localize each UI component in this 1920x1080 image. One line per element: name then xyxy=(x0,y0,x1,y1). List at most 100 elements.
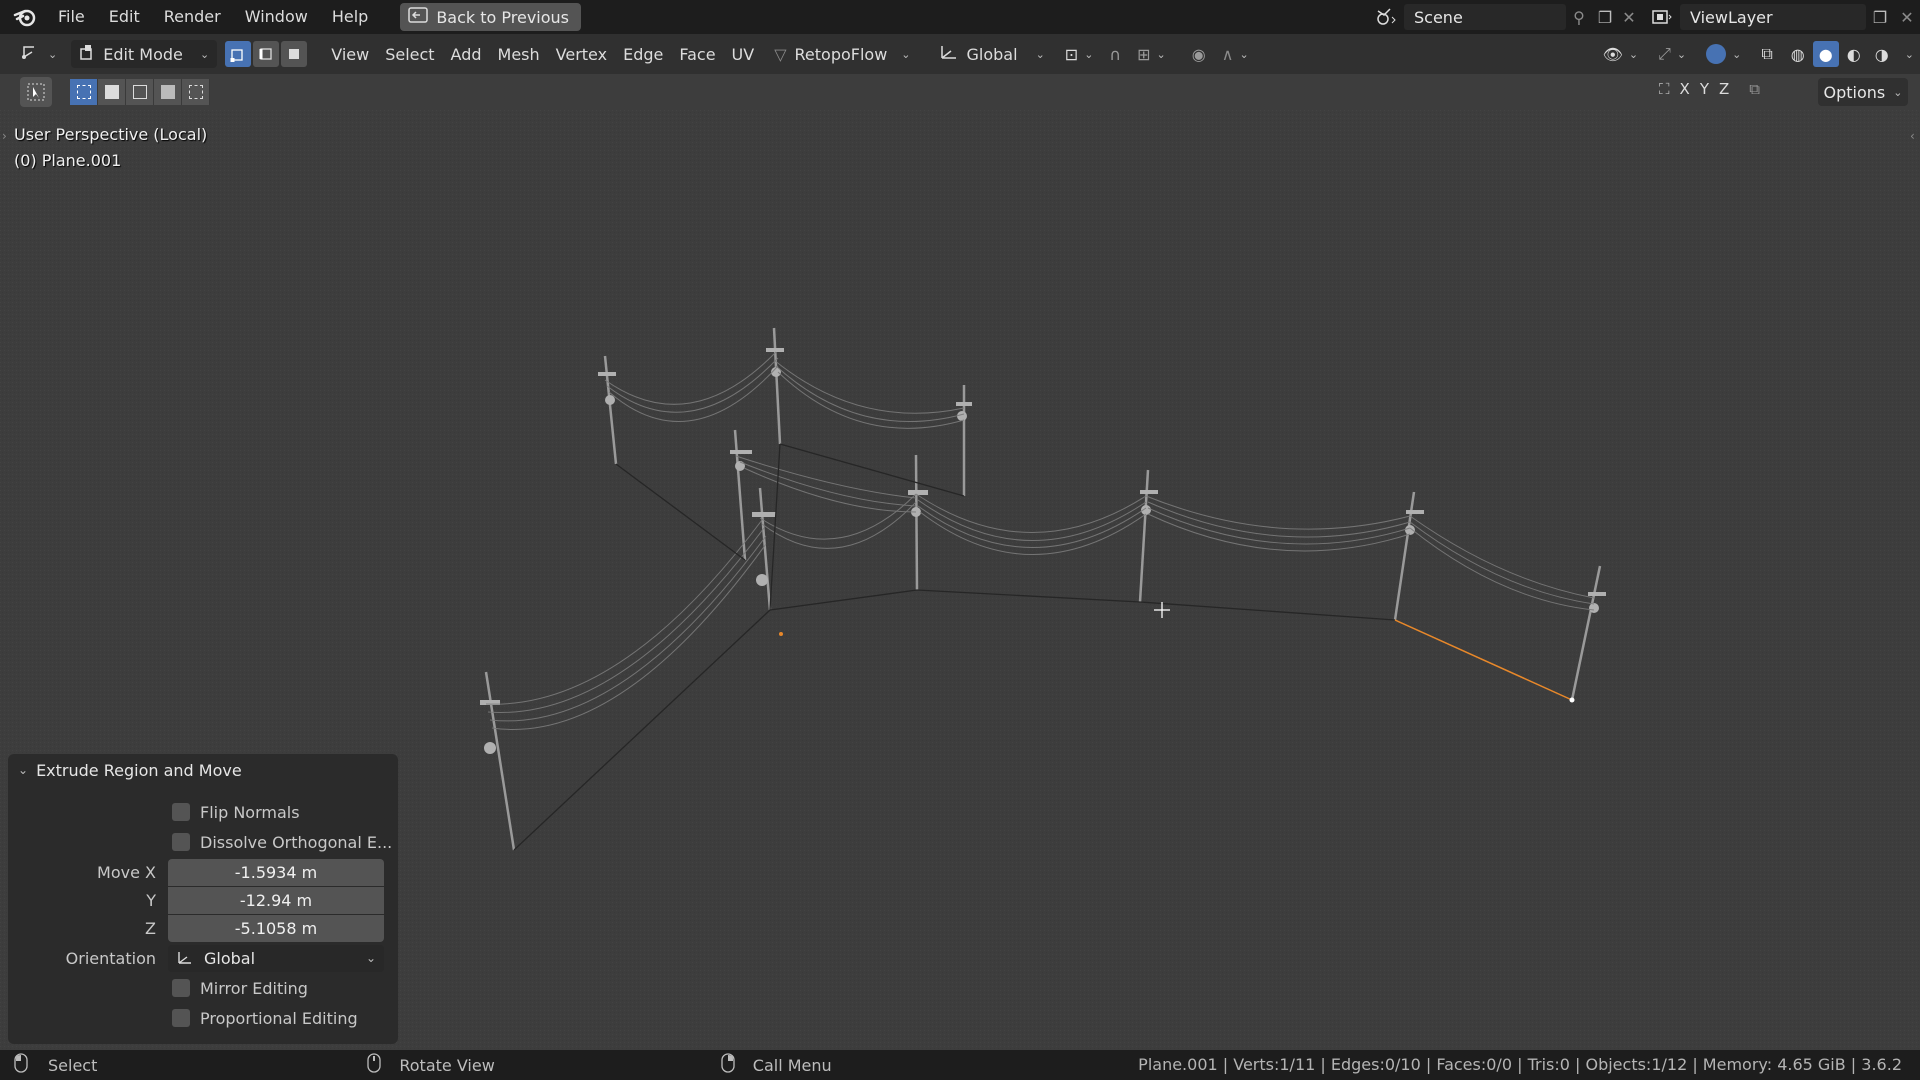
pivot-icon: ⊡ xyxy=(1064,44,1079,64)
shading-modes: ◍ ● ◐ ◑ xyxy=(1785,41,1895,67)
edit-mode-icon xyxy=(79,43,97,65)
gizmo-icon: ⤢ xyxy=(1658,44,1671,63)
proportional-edit-toggle[interactable]: ◉ xyxy=(1184,40,1214,68)
gizmo-button[interactable]: ⤢ ⌄ xyxy=(1650,40,1694,68)
cursor-arrow-icon xyxy=(27,83,45,101)
menu-help[interactable]: Help xyxy=(320,0,380,34)
mirror-editing-row: Mirror Editing xyxy=(172,974,308,1002)
orientation-dropdown[interactable]: Global ⌄ xyxy=(168,944,384,972)
subtract-selection-button[interactable] xyxy=(126,79,154,105)
edge-select-button[interactable] xyxy=(253,41,280,67)
flip-normals-row: Flip Normals xyxy=(172,798,300,826)
sidebar-expand-icon[interactable]: ‹ xyxy=(1910,129,1915,143)
operator-panel: ⌄ Extrude Region and Move Flip Normals D… xyxy=(8,754,398,1044)
flip-normals-checkbox[interactable] xyxy=(172,803,190,821)
back-to-previous-label: Back to Previous xyxy=(436,7,570,27)
pivot-point-button[interactable]: ⊡ ⌄ xyxy=(1057,40,1102,68)
viewlayer-icon[interactable] xyxy=(1644,8,1680,26)
back-to-previous-button[interactable]: Back to Previous xyxy=(400,3,582,31)
intersect-selection-button[interactable] xyxy=(182,79,210,105)
chevron-down-icon: ⌄ xyxy=(901,47,911,61)
chevron-down-icon: ⌄ xyxy=(1893,85,1903,99)
transform-orientation-dropdown[interactable]: Global ⌄ xyxy=(931,40,1053,68)
menu-edge[interactable]: Edge xyxy=(615,40,671,68)
retopoflow-menu[interactable]: ▽ RetopoFlow ⌄ xyxy=(766,40,918,68)
menu-render[interactable]: Render xyxy=(152,0,233,34)
menu-window[interactable]: Window xyxy=(233,0,320,34)
face-select-button[interactable] xyxy=(281,41,308,67)
scene-name: Scene xyxy=(1414,7,1463,27)
options-dropdown[interactable]: Options ⌄ xyxy=(1818,78,1908,106)
mirror-editing-label: Mirror Editing xyxy=(200,978,308,998)
selection-mode-group xyxy=(70,79,210,105)
snap-toggle[interactable]: ∩ xyxy=(1101,40,1129,68)
extend-selection-button[interactable] xyxy=(98,79,126,105)
move-x-field[interactable]: -1.5934 m xyxy=(168,858,384,886)
falloff-button[interactable]: ∧ ⌄ xyxy=(1214,40,1257,68)
delete-viewlayer-icon[interactable]: ✕ xyxy=(1894,8,1920,27)
view-name: User Perspective (Local) xyxy=(14,125,208,144)
menu-select[interactable]: Select xyxy=(377,40,442,68)
dissolve-label: Dissolve Orthogonal E... xyxy=(200,832,393,852)
toolbar-expand-icon[interactable]: › xyxy=(2,129,7,143)
mode-dropdown[interactable]: Edit Mode ⌄ xyxy=(71,40,218,68)
material-shading-icon[interactable]: ◐ xyxy=(1841,41,1867,67)
blender-logo-icon[interactable] xyxy=(10,2,40,32)
rendered-shading-icon[interactable]: ◑ xyxy=(1869,41,1895,67)
tool-header xyxy=(0,74,1920,110)
mirror-z-toggle[interactable]: Z xyxy=(1719,80,1729,98)
invert-selection-button[interactable] xyxy=(154,79,182,105)
chevron-down-icon: ⌄ xyxy=(1156,47,1166,61)
new-viewlayer-icon[interactable]: ❐ xyxy=(1866,8,1894,27)
select-tool-button[interactable] xyxy=(20,77,52,107)
vertex-select-button[interactable] xyxy=(225,41,252,67)
mirror-x-toggle[interactable]: X xyxy=(1680,80,1690,98)
options-label: Options xyxy=(1823,82,1886,102)
scene-name-field[interactable]: Scene xyxy=(1404,4,1566,30)
menu-add[interactable]: Add xyxy=(443,40,490,68)
menu-view[interactable]: View xyxy=(323,40,377,68)
solid-shading-icon[interactable]: ● xyxy=(1812,41,1839,67)
move-x-row: Move X -1.5934 m xyxy=(8,858,398,886)
visibility-button[interactable]: 👁 ⌄ xyxy=(1595,40,1647,68)
set-new-selection-button[interactable] xyxy=(70,79,98,105)
menu-edit[interactable]: Edit xyxy=(97,0,152,34)
mirror-editing-checkbox[interactable] xyxy=(172,979,190,997)
scene-icon[interactable] xyxy=(1368,7,1404,27)
menu-mesh[interactable]: Mesh xyxy=(490,40,548,68)
move-z-row: Z -5.1058 m xyxy=(8,914,398,942)
snap-target-button[interactable]: ⊞ ⌄ xyxy=(1129,40,1174,68)
move-y-label: Y xyxy=(146,890,156,910)
viewlayer-name-field[interactable]: ViewLayer xyxy=(1680,4,1866,30)
editor-type-button[interactable]: ⌄ xyxy=(12,40,65,68)
wireframe-shading-icon[interactable]: ◍ xyxy=(1785,41,1811,67)
operator-header[interactable]: ⌄ Extrude Region and Move xyxy=(8,754,398,786)
proportional-editing-checkbox[interactable] xyxy=(172,1009,190,1027)
chevron-down-icon: ⌄ xyxy=(18,763,29,777)
new-scene-icon[interactable]: ❐ xyxy=(1592,8,1618,27)
xray-icon: ⧉ xyxy=(1761,44,1773,63)
dissolve-row: Dissolve Orthogonal E... xyxy=(172,828,392,856)
xray-toggle[interactable]: ⧉ xyxy=(1753,40,1780,68)
dissolve-checkbox[interactable] xyxy=(172,833,190,851)
menu-vertex[interactable]: Vertex xyxy=(548,40,615,68)
chevron-down-icon: ⌄ xyxy=(1239,47,1249,61)
menu-uv[interactable]: UV xyxy=(724,40,763,68)
move-z-field[interactable]: -5.1058 m xyxy=(168,914,384,942)
mode-label: Edit Mode xyxy=(103,44,183,64)
move-y-field[interactable]: -12.94 m xyxy=(168,886,384,914)
delete-scene-icon[interactable]: ✕ xyxy=(1618,8,1640,27)
viewport-header: ⌄ Edit Mode ⌄ View Select Add Mesh Verte… xyxy=(0,34,1920,74)
move-x-label: Move X xyxy=(97,862,156,882)
pin-icon[interactable]: ⚲ xyxy=(1566,8,1592,27)
orientation-value: Global xyxy=(204,948,256,968)
overlays-button[interactable]: ⌄ xyxy=(1698,40,1749,68)
shading-options-chevron-icon[interactable]: ⌄ xyxy=(1905,48,1914,61)
status-rotate-label: Rotate View xyxy=(399,1055,495,1075)
mirror-y-toggle[interactable]: Y xyxy=(1700,80,1709,98)
auto-merge-icon[interactable]: ⧉ xyxy=(1749,80,1760,98)
menu-file[interactable]: File xyxy=(46,0,97,34)
menu-face[interactable]: Face xyxy=(671,40,723,68)
3d-viewport-icon xyxy=(20,43,42,65)
snap-increment-icon: ⊞ xyxy=(1137,44,1151,64)
